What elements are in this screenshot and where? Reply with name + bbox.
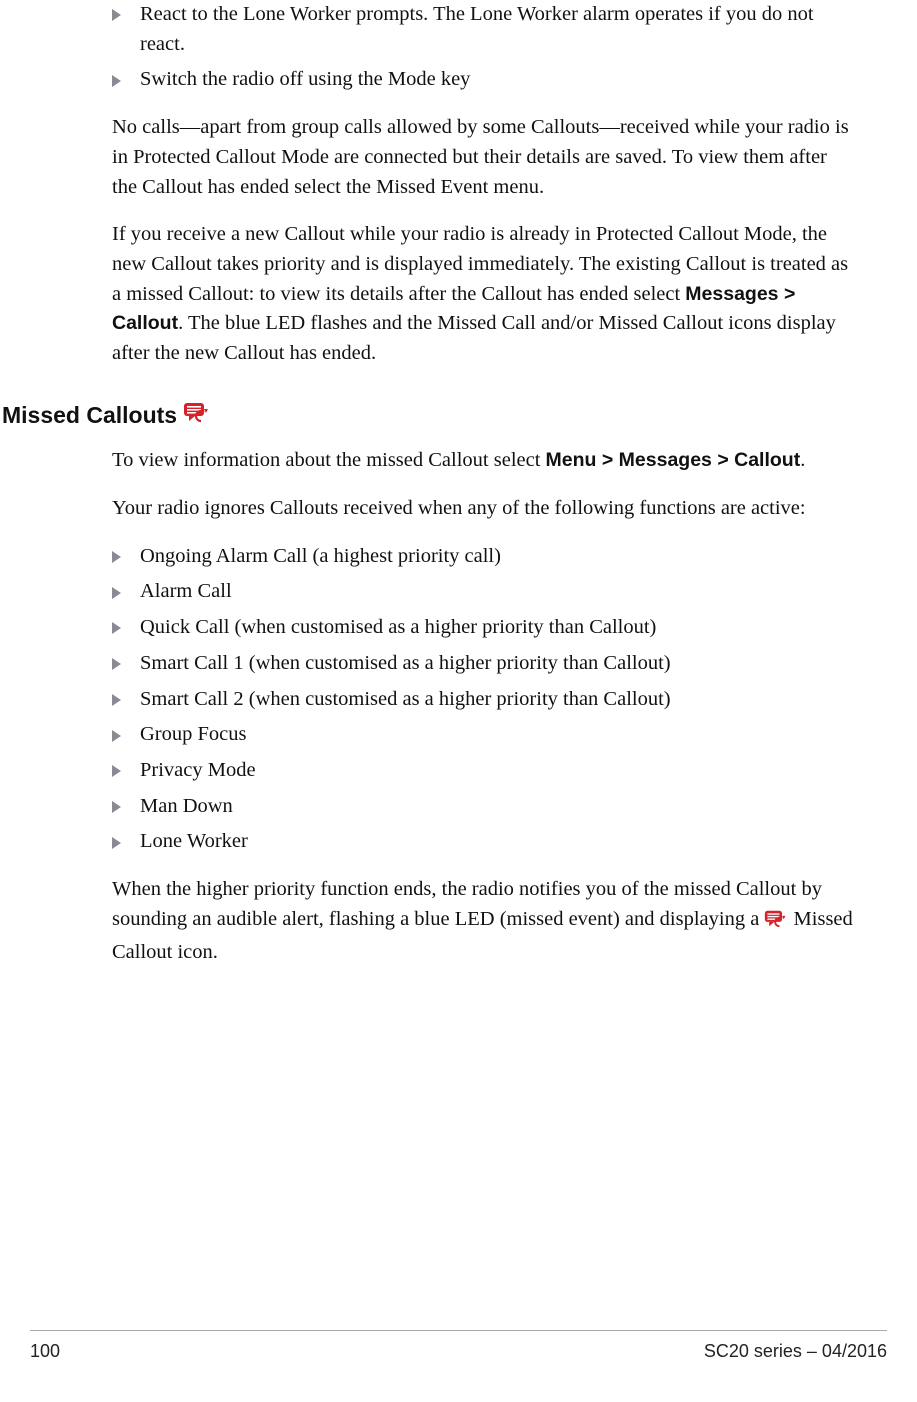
bullet-arrow-icon <box>112 551 121 563</box>
content-area: React to the Lone Worker prompts. The Lo… <box>112 0 857 985</box>
bullet-arrow-icon <box>112 765 121 777</box>
list-item-text: Ongoing Alarm Call (a highest priority c… <box>140 545 501 567</box>
paragraph: If you receive a new Callout while your … <box>112 220 857 369</box>
paragraph: To view information about the missed Cal… <box>112 446 857 476</box>
list-item-text: React to the Lone Worker prompts. The Lo… <box>140 3 814 55</box>
list-item-text: Smart Call 2 (when customised as a highe… <box>140 688 671 710</box>
missed-callout-icon <box>764 908 788 938</box>
list-item-text: Group Focus <box>140 723 246 745</box>
list-item-text: Alarm Call <box>140 580 232 602</box>
text-run: When the higher priority function ends, … <box>112 878 822 930</box>
list-item: Man Down <box>112 792 857 822</box>
text-run: To view information about the missed Cal… <box>112 449 546 471</box>
missed-callouts-list: Ongoing Alarm Call (a highest priority c… <box>112 542 857 857</box>
footer-divider <box>30 1330 887 1331</box>
document-id: SC20 series – 04/2016 <box>704 1341 887 1362</box>
text-run: . <box>800 449 805 471</box>
paragraph: When the higher priority function ends, … <box>112 875 857 967</box>
paragraph: No calls—apart from group calls allowed … <box>112 113 857 202</box>
top-bullet-list: React to the Lone Worker prompts. The Lo… <box>112 0 857 95</box>
list-item-text: Privacy Mode <box>140 759 256 781</box>
list-item-text: Quick Call (when customised as a higher … <box>140 616 656 638</box>
section-heading-missed-callouts: Missed Callouts <box>2 399 857 432</box>
page-footer: 100 SC20 series – 04/2016 <box>0 1330 917 1362</box>
bullet-arrow-icon <box>112 730 121 742</box>
bullet-arrow-icon <box>112 658 121 670</box>
page: React to the Lone Worker prompts. The Lo… <box>0 0 917 1402</box>
list-item: React to the Lone Worker prompts. The Lo… <box>112 0 857 59</box>
list-item-text: Man Down <box>140 795 233 817</box>
list-item: Group Focus <box>112 720 857 750</box>
list-item: Switch the radio off using the Mode key <box>112 65 857 95</box>
list-item-text: Smart Call 1 (when customised as a highe… <box>140 652 671 674</box>
bullet-arrow-icon <box>112 587 121 599</box>
missed-callout-icon <box>183 399 211 432</box>
list-item: Quick Call (when customised as a higher … <box>112 613 857 643</box>
bullet-arrow-icon <box>112 622 121 634</box>
list-item: Ongoing Alarm Call (a highest priority c… <box>112 542 857 572</box>
page-number: 100 <box>30 1341 60 1362</box>
list-item: Lone Worker <box>112 827 857 857</box>
list-item-text: Lone Worker <box>140 830 248 852</box>
bullet-arrow-icon <box>112 75 121 87</box>
list-item: Smart Call 2 (when customised as a highe… <box>112 685 857 715</box>
bullet-arrow-icon <box>112 801 121 813</box>
footer-row: 100 SC20 series – 04/2016 <box>0 1341 917 1362</box>
text-run: . The blue LED flashes and the Missed Ca… <box>112 312 836 364</box>
menu-path-text: Menu > Messages > Callout <box>546 449 801 471</box>
list-item: Privacy Mode <box>112 756 857 786</box>
list-item-text: Switch the radio off using the Mode key <box>140 68 470 90</box>
bullet-arrow-icon <box>112 837 121 849</box>
paragraph: Your radio ignores Callouts received whe… <box>112 494 857 524</box>
list-item: Alarm Call <box>112 577 857 607</box>
bullet-arrow-icon <box>112 9 121 21</box>
heading-text: Missed Callouts <box>2 399 177 432</box>
list-item: Smart Call 1 (when customised as a highe… <box>112 649 857 679</box>
bullet-arrow-icon <box>112 694 121 706</box>
